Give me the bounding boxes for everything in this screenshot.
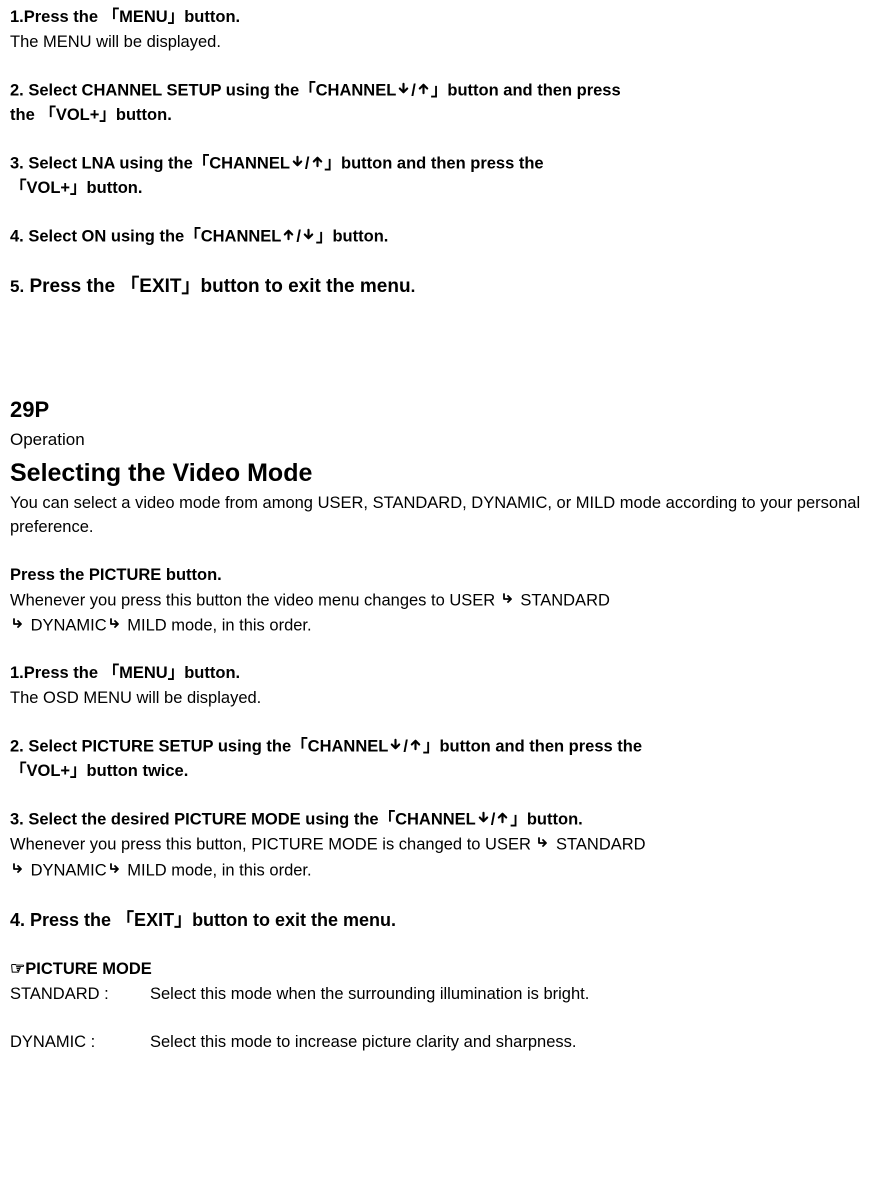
- vm-step-3-desc1: Whenever you press this button, PICTURE …: [10, 833, 883, 857]
- step-1-title: 1.Press the 「MENU」button.: [10, 6, 883, 30]
- step-5-dot: .: [411, 277, 416, 296]
- step-4-line1: 4. Select ON using the「CHANNEL / 」button.: [10, 225, 883, 249]
- step-3-line1: 3. Select LNA using the「CHANNEL / 」button …: [10, 152, 883, 176]
- pb-desc2a: DYNAMIC: [26, 616, 107, 634]
- vm3-part1: 3. Select the desired PICTURE MODE using…: [10, 810, 476, 828]
- vm-step-3-line1: 3. Select the desired PICTURE MODE using…: [10, 808, 883, 832]
- vm2-part1: 2. Select PICTURE SETUP using the「CHANNE…: [10, 737, 388, 755]
- step-2-part3: 」button and then press: [431, 81, 621, 99]
- arrow-up-icon: [311, 152, 324, 176]
- section-label: Operation: [10, 428, 883, 453]
- vm3-desc1a: Whenever you press this button, PICTURE …: [10, 836, 535, 854]
- step-2-line2: the 「VOL+」button.: [10, 104, 883, 128]
- arrow-down-icon: [302, 225, 315, 249]
- arrow-up-icon: [409, 735, 422, 759]
- vm-step-4: 4. Press the 「EXIT」button to exit the me…: [10, 907, 883, 933]
- pointing-hand-icon: ☞: [10, 959, 25, 978]
- vm3-desc2a: DYNAMIC: [26, 861, 107, 879]
- step-4-slash: /: [296, 228, 301, 246]
- arrow-turn-icon: [536, 833, 550, 857]
- vm3-slash: /: [491, 810, 496, 828]
- vm2-part3: 」button and then press the: [423, 737, 642, 755]
- arrow-turn-icon: [108, 859, 122, 883]
- mode-standard-label: STANDARD :: [10, 983, 150, 1007]
- step-5: 5. Press the 「EXIT」button to exit the me…: [10, 273, 883, 301]
- pb-desc2b: MILD mode, in this order.: [123, 616, 312, 634]
- step-3-part1: 3. Select LNA using the「CHANNEL: [10, 154, 290, 172]
- step-2-slash: /: [411, 81, 416, 99]
- picture-mode-heading: ☞PICTURE MODE: [10, 957, 883, 982]
- step-3-line2: 「VOL+」button.: [10, 177, 883, 201]
- mode-standard-desc: Select this mode when the surrounding il…: [150, 985, 589, 1003]
- step-3-part3: 」button and then press the: [325, 154, 544, 172]
- vm-step-3-desc2: DYNAMIC MILD mode, in this order.: [10, 859, 883, 883]
- arrow-up-icon: [417, 79, 430, 103]
- vm-step-1-sub: The OSD MENU will be displayed.: [10, 687, 883, 711]
- pb-desc1b: STANDARD: [516, 591, 610, 609]
- arrow-up-icon: [282, 225, 295, 249]
- vm3-desc2b: MILD mode, in this order.: [123, 861, 312, 879]
- arrow-turn-icon: [11, 859, 25, 883]
- arrow-down-icon: [291, 152, 304, 176]
- vm-step-2-line1: 2. Select PICTURE SETUP using the「CHANNE…: [10, 735, 883, 759]
- vm-step-2-line2: 「VOL+」button twice.: [10, 760, 883, 784]
- picture-mode-title: PICTURE MODE: [25, 960, 152, 978]
- arrow-down-icon: [477, 808, 490, 832]
- mode-dynamic-row: DYNAMIC :Select this mode to increase pi…: [10, 1031, 883, 1055]
- step-4-part3: 」button.: [316, 228, 388, 246]
- arrow-down-icon: [389, 735, 402, 759]
- page-number: 29P: [10, 394, 883, 426]
- arrow-turn-icon: [108, 614, 122, 638]
- vm-step-1-title: 1.Press the 「MENU」button.: [10, 662, 883, 686]
- vm3-part3: 」button.: [510, 810, 582, 828]
- arrow-down-icon: [397, 79, 410, 103]
- mode-standard-row: STANDARD :Select this mode when the surr…: [10, 983, 883, 1007]
- step-2-part1: 2. Select CHANNEL SETUP using the「CHANNE…: [10, 81, 396, 99]
- picture-btn-desc-2: DYNAMIC MILD mode, in this order.: [10, 614, 883, 638]
- step-5-num: 5.: [10, 277, 24, 296]
- arrow-turn-icon: [11, 614, 25, 638]
- picture-btn-title: Press the PICTURE button.: [10, 564, 883, 588]
- arrow-up-icon: [496, 808, 509, 832]
- step-5-text: Press the 「EXIT」button to exit the menu: [29, 276, 410, 297]
- step-4-part1: 4. Select ON using the「CHANNEL: [10, 228, 281, 246]
- page-heading: Selecting the Video Mode: [10, 455, 883, 491]
- mode-dynamic-desc: Select this mode to increase picture cla…: [150, 1033, 576, 1051]
- vm3-desc1b: STANDARD: [551, 836, 645, 854]
- arrow-turn-icon: [501, 589, 515, 613]
- mode-dynamic-label: DYNAMIC :: [10, 1031, 150, 1055]
- step-3-slash: /: [305, 154, 310, 172]
- picture-btn-desc-1: Whenever you press this button the video…: [10, 589, 883, 613]
- pb-desc1a: Whenever you press this button the video…: [10, 591, 500, 609]
- step-2-line1: 2. Select CHANNEL SETUP using the「CHANNE…: [10, 79, 883, 103]
- intro-text: You can select a video mode from among U…: [10, 492, 883, 540]
- vm2-slash: /: [403, 737, 408, 755]
- step-1-sub: The MENU will be displayed.: [10, 31, 883, 55]
